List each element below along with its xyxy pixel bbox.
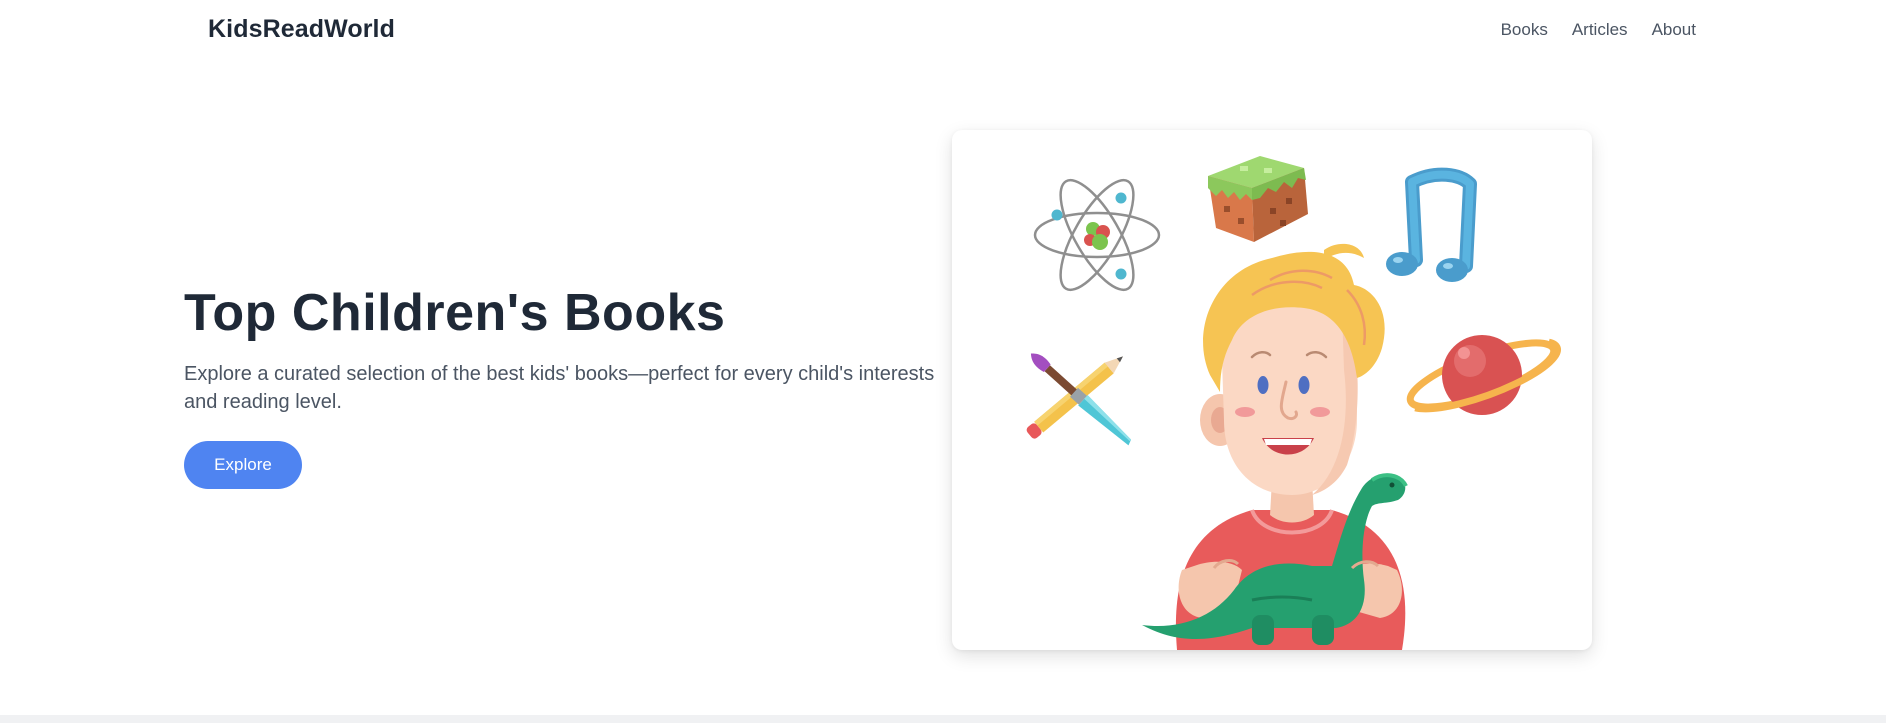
site-header: KidsReadWorld Books Articles About xyxy=(0,0,1886,60)
hero-illustration-card xyxy=(952,130,1592,650)
main-nav: Books Articles About xyxy=(1501,20,1696,40)
grass-block-icon xyxy=(1208,156,1308,242)
music-note-icon xyxy=(1386,167,1477,282)
brand-logo[interactable]: KidsReadWorld xyxy=(208,15,395,44)
hero-illustration xyxy=(1026,156,1561,650)
nav-books-link[interactable]: Books xyxy=(1501,20,1548,40)
hero-section: Top Children's Books Explore a curated s… xyxy=(184,280,944,416)
nav-about-link[interactable]: About xyxy=(1652,20,1696,40)
hero-subtitle: Explore a curated selection of the best … xyxy=(184,363,935,413)
footer-strip xyxy=(0,715,1886,723)
pencil-brush-icon xyxy=(1026,353,1132,446)
atom-icon xyxy=(1033,178,1161,292)
explore-button[interactable]: Explore xyxy=(184,441,302,489)
boy-with-dinosaur-illustration xyxy=(1142,243,1408,650)
hero-title: Top Children's Books xyxy=(184,284,726,342)
nav-articles-link[interactable]: Articles xyxy=(1572,20,1628,40)
planet-icon xyxy=(1406,335,1561,415)
